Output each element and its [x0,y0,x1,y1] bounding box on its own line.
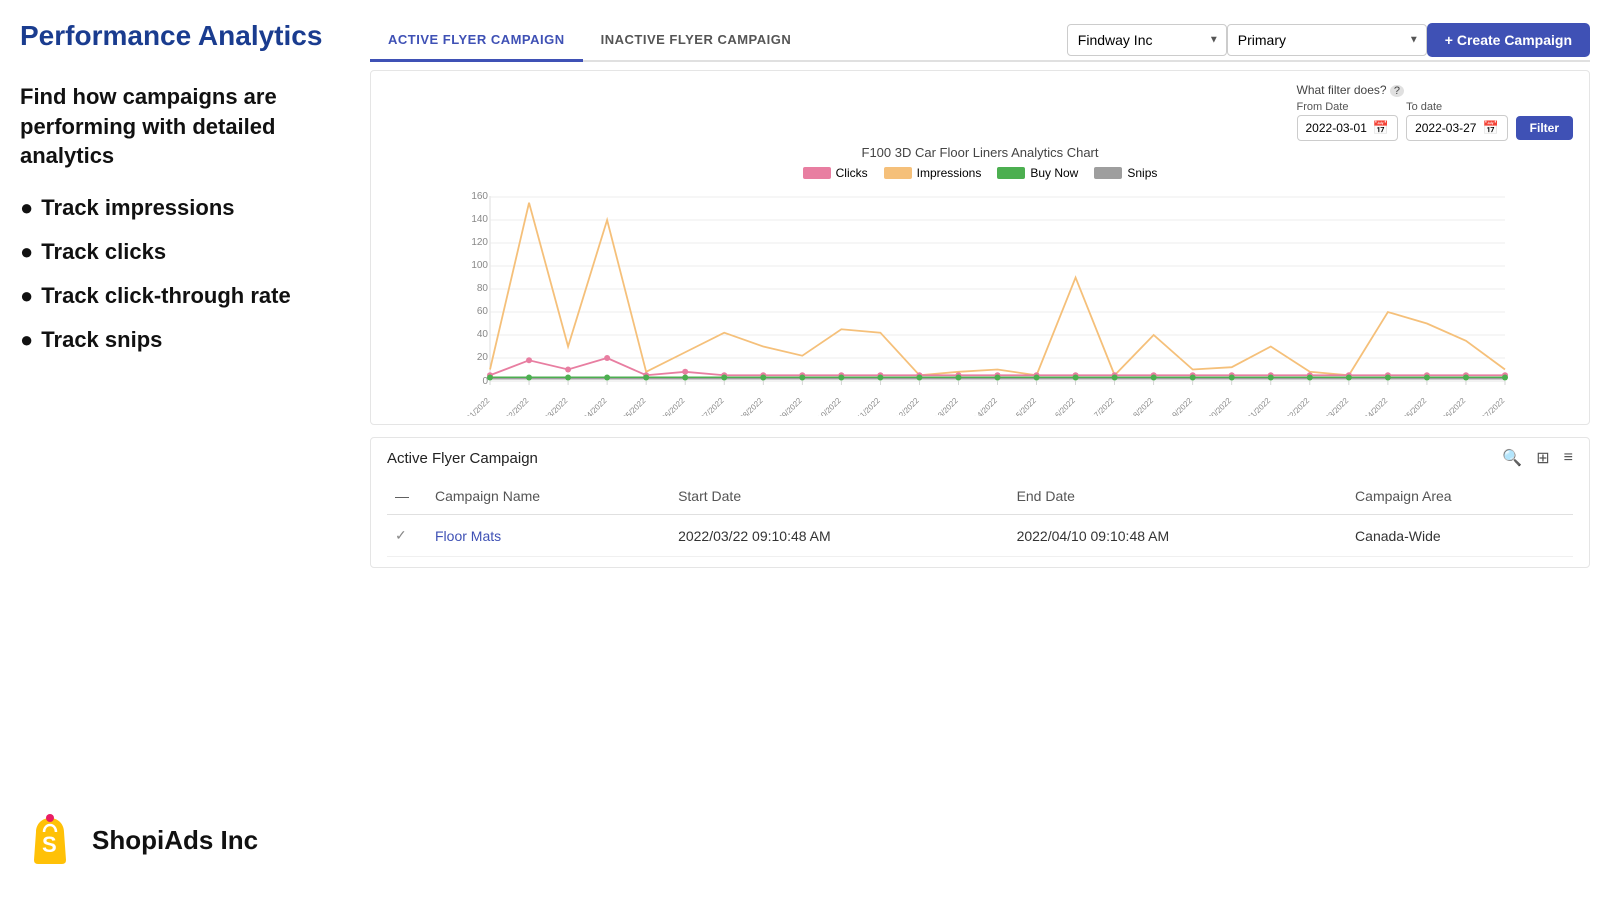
svg-text:03/03/2022: 03/03/2022 [535,396,570,416]
svg-text:03/07/2022: 03/07/2022 [691,396,726,416]
legend-buynow: Buy Now [997,166,1078,180]
svg-text:03/18/2022: 03/18/2022 [1120,396,1155,416]
svg-text:03/21/2022: 03/21/2022 [1238,396,1273,416]
bullet-2: ●Track clicks [20,239,360,265]
svg-text:S: S [42,832,57,857]
svg-text:03/15/2022: 03/15/2022 [1003,396,1038,416]
filter-button[interactable]: Filter [1516,116,1573,140]
col-end-date: End Date [1009,478,1347,515]
table-header: — Campaign Name Start Date End Date Camp… [387,478,1573,515]
svg-text:03/22/2022: 03/22/2022 [1277,396,1312,416]
calendar-icon-to[interactable]: 📅 [1482,120,1498,136]
svg-text:03/06/2022: 03/06/2022 [652,396,687,416]
svg-text:03/26/2022: 03/26/2022 [1433,396,1468,416]
svg-text:03/20/2022: 03/20/2022 [1198,396,1233,416]
row-expand[interactable]: ✓ [387,515,427,557]
svg-text:03/13/2022: 03/13/2022 [925,396,960,416]
row-campaign-name[interactable]: Floor Mats [427,515,670,557]
table-section-title: Active Flyer Campaign [387,450,538,467]
legend-clicks-label: Clicks [836,166,868,180]
filter-icon[interactable]: ≡ [1564,449,1573,467]
svg-text:80: 80 [477,283,489,294]
campaigns-table: — Campaign Name Start Date End Date Camp… [387,478,1573,557]
right-panel: ACTIVE FLYER CAMPAIGN INACTIVE FLYER CAM… [370,20,1590,568]
calendar-icon-from[interactable]: 📅 [1373,120,1389,136]
tab-active-campaign[interactable]: ACTIVE FLYER CAMPAIGN [370,20,583,62]
svg-text:03/05/2022: 03/05/2022 [613,396,648,416]
company-select[interactable]: Findway Inc [1067,24,1227,56]
legend-buynow-label: Buy Now [1030,166,1078,180]
create-campaign-button[interactable]: + Create Campaign [1427,23,1590,57]
logo-text: ShopiAds Inc [92,825,258,856]
from-date-input[interactable]: 2022-03-01 📅 [1297,115,1399,141]
svg-text:03/08/2022: 03/08/2022 [730,396,765,416]
svg-text:03/24/2022: 03/24/2022 [1355,396,1390,416]
table-section: Active Flyer Campaign 🔍 ⊞ ≡ — Campaign N… [370,437,1590,568]
svg-text:03/25/2022: 03/25/2022 [1394,396,1429,416]
svg-text:100: 100 [471,260,488,271]
analytics-chart: 0 20 40 60 80 100 120 140 160 03/01/2022… [387,186,1573,416]
to-date-value: 2022-03-27 [1415,121,1476,135]
svg-text:03/09/2022: 03/09/2022 [769,396,804,416]
legend-impressions: Impressions [884,166,982,180]
table-row: ✓ Floor Mats 2022/03/22 09:10:48 AM 2022… [387,515,1573,557]
chart-legend: Clicks Impressions Buy Now Snips [387,166,1573,180]
svg-text:140: 140 [471,214,488,225]
svg-text:03/23/2022: 03/23/2022 [1316,396,1351,416]
svg-text:03/14/2022: 03/14/2022 [964,396,999,416]
col-campaign-name: Campaign Name [427,478,670,515]
legend-snips-label: Snips [1127,166,1157,180]
chart-title: F100 3D Car Floor Liners Analytics Chart [387,145,1573,160]
svg-text:20: 20 [477,352,489,363]
view-toggle-icon[interactable]: ⊞ [1536,448,1549,468]
svg-text:03/11/2022: 03/11/2022 [848,396,883,416]
svg-text:03/12/2022: 03/12/2022 [886,396,921,416]
to-date-input[interactable]: 2022-03-27 📅 [1406,115,1508,141]
legend-snips: Snips [1094,166,1157,180]
bullet-3: ●Track click-through rate [20,283,360,309]
svg-text:03/04/2022: 03/04/2022 [574,396,609,416]
table-body: ✓ Floor Mats 2022/03/22 09:10:48 AM 2022… [387,515,1573,557]
svg-text:60: 60 [477,306,489,317]
svg-text:03/01/2022: 03/01/2022 [457,396,492,416]
page-description: Find how campaigns are performing with d… [20,82,360,171]
svg-text:03/02/2022: 03/02/2022 [496,396,531,416]
feature-list: ●Track impressions ●Track clicks ●Track … [20,195,360,353]
col-start-date: Start Date [670,478,1008,515]
bullet-4: ●Track snips [20,327,360,353]
col-expand: — [387,478,427,515]
row-start-date: 2022/03/22 09:10:48 AM [670,515,1008,557]
logo-area: S ShopiAds Inc [20,810,258,870]
svg-text:160: 160 [471,191,488,202]
to-date-label: To date [1406,101,1508,113]
legend-impressions-label: Impressions [917,166,982,180]
svg-text:03/17/2022: 03/17/2022 [1081,396,1116,416]
logo-icon: S [20,810,80,870]
type-select-wrapper[interactable]: Primary [1227,24,1427,56]
left-panel: Performance Analytics Find how campaigns… [20,20,360,371]
svg-text:120: 120 [471,237,488,248]
row-end-date: 2022/04/10 09:10:48 AM [1009,515,1347,557]
svg-text:40: 40 [477,329,489,340]
svg-text:03/10/2022: 03/10/2022 [808,396,843,416]
what-filter-label: What filter does? ? [1297,83,1574,97]
table-header-row: Active Flyer Campaign 🔍 ⊞ ≡ [387,448,1573,468]
svg-text:03/19/2022: 03/19/2022 [1159,396,1194,416]
search-icon[interactable]: 🔍 [1502,448,1522,468]
page-title: Performance Analytics [20,20,360,52]
svg-text:03/16/2022: 03/16/2022 [1042,396,1077,416]
table-toolbar: 🔍 ⊞ ≡ [1502,448,1573,468]
row-campaign-area: Canada-Wide [1347,515,1573,557]
svg-text:03/27/2022: 03/27/2022 [1472,396,1507,416]
chart-container: What filter does? ? From Date 2022-03-01… [370,70,1590,425]
from-date-label: From Date [1297,101,1399,113]
company-select-wrapper[interactable]: Findway Inc [1067,24,1227,56]
type-select[interactable]: Primary [1227,24,1427,56]
legend-clicks: Clicks [803,166,868,180]
col-campaign-area: Campaign Area [1347,478,1573,515]
bullet-1: ●Track impressions [20,195,360,221]
tab-inactive-campaign[interactable]: INACTIVE FLYER CAMPAIGN [583,20,810,62]
from-date-value: 2022-03-01 [1306,121,1367,135]
